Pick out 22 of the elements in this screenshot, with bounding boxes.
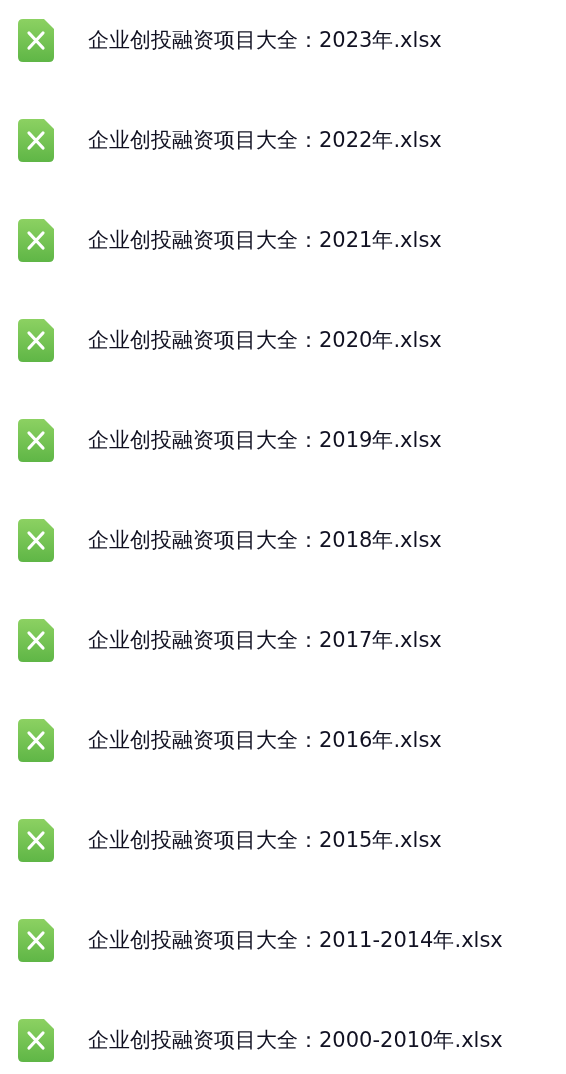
spreadsheet-file-icon <box>18 618 54 662</box>
file-name[interactable]: 企业创投融资项目大全：2023年.xlsx <box>88 26 442 54</box>
spreadsheet-file-icon <box>18 818 54 862</box>
spreadsheet-file-icon <box>18 918 54 962</box>
spreadsheet-file-icon <box>18 418 54 462</box>
spreadsheet-file-icon <box>18 1018 54 1062</box>
file-name[interactable]: 企业创投融资项目大全：2000-2010年.xlsx <box>88 1026 503 1054</box>
spreadsheet-file-icon <box>18 318 54 362</box>
spreadsheet-file-icon <box>18 718 54 762</box>
file-name[interactable]: 企业创投融资项目大全：2019年.xlsx <box>88 426 442 454</box>
spreadsheet-file-icon <box>18 18 54 62</box>
spreadsheet-file-icon <box>18 218 54 262</box>
file-name[interactable]: 企业创投融资项目大全：2011-2014年.xlsx <box>88 926 503 954</box>
file-name[interactable]: 企业创投融资项目大全：2018年.xlsx <box>88 526 442 554</box>
spreadsheet-file-icon <box>18 118 54 162</box>
file-name[interactable]: 企业创投融资项目大全：2021年.xlsx <box>88 226 442 254</box>
file-name[interactable]: 企业创投融资项目大全：2016年.xlsx <box>88 726 442 754</box>
file-name[interactable]: 企业创投融资项目大全：2022年.xlsx <box>88 126 442 154</box>
file-name[interactable]: 企业创投融资项目大全：2017年.xlsx <box>88 626 442 654</box>
spreadsheet-file-icon <box>18 518 54 562</box>
file-name[interactable]: 企业创投融资项目大全：2015年.xlsx <box>88 826 442 854</box>
file-name[interactable]: 企业创投融资项目大全：2020年.xlsx <box>88 326 442 354</box>
